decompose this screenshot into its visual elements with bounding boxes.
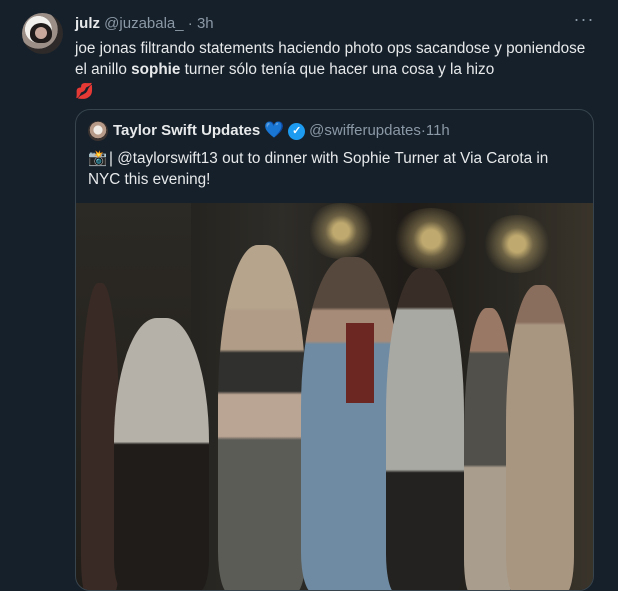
quoted-tweet-time: 11h bbox=[425, 122, 450, 139]
quoted-author-avatar bbox=[88, 121, 108, 141]
header-separator: · bbox=[183, 15, 197, 32]
author-name[interactable]: julz bbox=[75, 15, 100, 32]
blue-heart-icon: 💙 bbox=[264, 122, 285, 139]
tweet-text-highlight: sophie bbox=[131, 61, 181, 78]
quoted-tweet-body: | @taylorswift13 out to dinner with Soph… bbox=[88, 150, 549, 188]
more-options-button[interactable]: ··· bbox=[572, 9, 596, 32]
tweet-text-end: turner sólo tenía que hacer una cosa y l… bbox=[180, 61, 495, 78]
quoted-tweet-header: Taylor Swift Updates 💙 ✓ @swifferupdates… bbox=[88, 121, 450, 141]
photo-vignette bbox=[76, 203, 593, 590]
verified-badge-icon: ✓ bbox=[288, 122, 306, 140]
quoted-author-name: Taylor Swift Updates bbox=[113, 122, 261, 139]
quoted-tweet-card[interactable]: Taylor Swift Updates 💙 ✓ @swifferupdates… bbox=[75, 109, 594, 591]
more-horizontal-icon: ··· bbox=[573, 9, 595, 29]
quoted-tweet-text: 📸 | @taylorswift13 out to dinner with Sop… bbox=[88, 148, 578, 190]
tweet-card[interactable]: julz @juzabala_ · 3h ··· joe jonas filtr… bbox=[0, 0, 618, 591]
author-avatar[interactable] bbox=[22, 13, 63, 54]
tweet-header: julz @juzabala_ · 3h bbox=[75, 14, 214, 34]
tweet-time[interactable]: 3h bbox=[197, 15, 214, 32]
kiss-mark-icon: 💋 bbox=[75, 83, 94, 100]
camera-flash-icon: 📸 bbox=[88, 150, 108, 167]
quoted-author-handle: @swifferupdates bbox=[309, 122, 421, 139]
quoted-tweet-photo[interactable] bbox=[76, 203, 593, 590]
author-handle[interactable]: @juzabala_ bbox=[104, 15, 183, 32]
tweet-text: joe jonas filtrando statements haciendo … bbox=[75, 38, 600, 102]
avatar-face-shape bbox=[35, 27, 47, 39]
